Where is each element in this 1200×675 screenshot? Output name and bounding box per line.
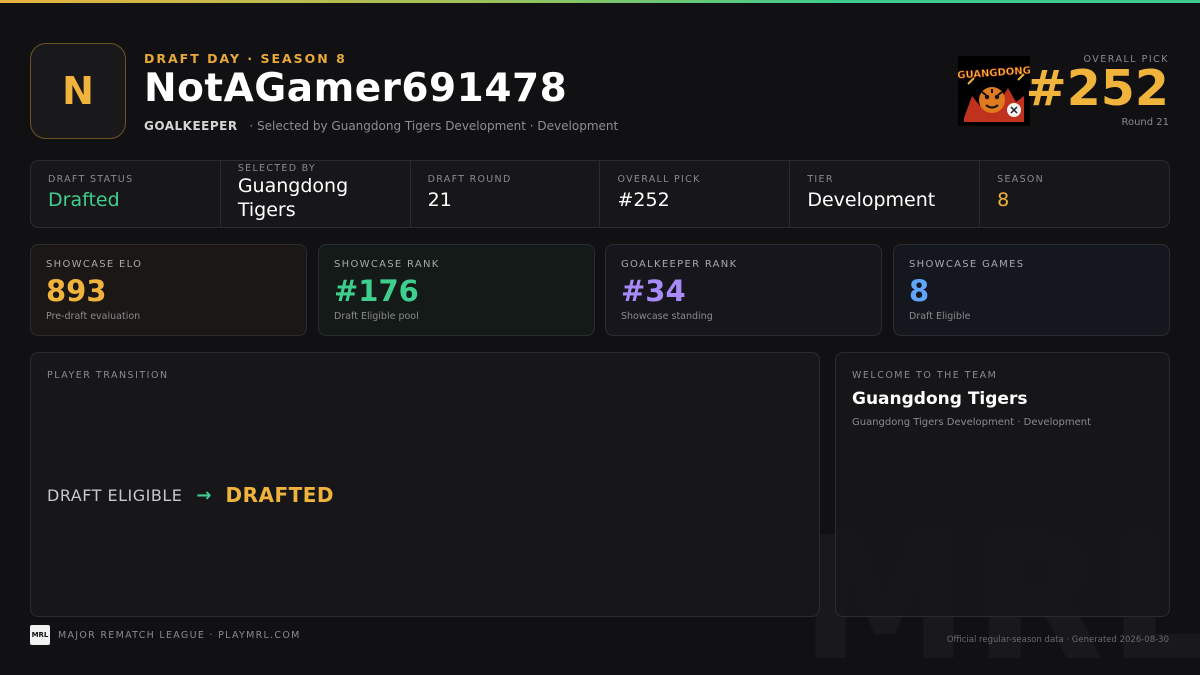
avatar-letter: N <box>62 69 94 113</box>
draft-card-page: MRL N DRAFT DAY · SEASON 8 NotAGamer6914… <box>0 0 1200 675</box>
stat-value: #34 <box>621 274 686 308</box>
transition-row: DRAFT ELIGIBLE → DRAFTED <box>47 483 334 507</box>
panel-label: PLAYER TRANSITION <box>47 370 169 381</box>
stat-value: 893 <box>46 274 107 308</box>
panel-label: WELCOME TO THE TEAM <box>852 370 998 381</box>
info-value: Development <box>807 189 936 211</box>
info-draft-status: DRAFT STATUS Drafted <box>31 161 221 227</box>
player-subline: GOALKEEPER · Selected by Guangdong Tiger… <box>144 119 618 133</box>
footer-generated-text: Official regular-season data · Generated… <box>946 635 1169 645</box>
stat-value: 8 <box>909 274 930 308</box>
stat-label: SHOWCASE RANK <box>334 259 440 270</box>
welcome-team-name: Guangdong Tigers <box>852 389 1028 409</box>
player-transition-panel: PLAYER TRANSITION DRAFT ELIGIBLE → DRAFT… <box>30 352 820 617</box>
player-name: NotAGamer691478 <box>144 66 568 111</box>
info-label: SEASON <box>997 174 1045 185</box>
info-label: DRAFT STATUS <box>48 174 134 185</box>
info-label: SELECTED BY <box>237 163 317 174</box>
draft-info-strip: DRAFT STATUS Drafted SELECTED BY Guangdo… <box>30 160 1170 228</box>
info-tier: TIER Development <box>790 161 981 227</box>
stat-sub: Draft Eligible <box>909 311 971 322</box>
stat-label: GOALKEEPER RANK <box>621 259 738 270</box>
welcome-panel: WELCOME TO THE TEAM Guangdong Tigers Gua… <box>835 352 1170 617</box>
info-overall-pick: OVERALL PICK #252 <box>600 161 791 227</box>
player-position: GOALKEEPER <box>144 119 238 133</box>
stat-sub: Draft Eligible pool <box>334 311 419 322</box>
welcome-team-sub: Guangdong Tigers Development · Developme… <box>852 417 1091 428</box>
stat-sub: Showcase standing <box>621 311 713 322</box>
info-value: Drafted <box>48 189 120 211</box>
stat-sub: Pre-draft evaluation <box>46 311 141 322</box>
draft-eyebrow: DRAFT DAY · SEASON 8 <box>144 51 347 66</box>
top-accent-bar <box>0 0 1200 3</box>
info-value: #252 <box>617 189 670 211</box>
stat-label: SHOWCASE ELO <box>46 259 143 270</box>
info-label: DRAFT ROUND <box>427 174 512 185</box>
league-logo-icon: MRL <box>30 625 50 645</box>
stat-value: #176 <box>334 274 419 308</box>
stat-card-goalkeeper-rank: GOALKEEPER RANK #34 Showcase standing <box>605 244 882 336</box>
info-label: TIER <box>807 174 834 185</box>
selected-by-text: · Selected by Guangdong Tigers Developme… <box>249 119 619 133</box>
footer-league-text[interactable]: MAJOR REMATCH LEAGUE · PLAYMRL.COM <box>58 630 301 641</box>
pick-round: Round 21 <box>1121 117 1169 128</box>
info-draft-round: DRAFT ROUND 21 <box>411 161 601 227</box>
info-selected-by: SELECTED BY Guangdong Tigers <box>221 161 411 227</box>
league-logo-text: MRL <box>31 631 49 639</box>
info-season: SEASON 8 <box>980 161 1169 227</box>
stat-card-showcase-rank: SHOWCASE RANK #176 Draft Eligible pool <box>318 244 595 336</box>
info-value: 8 <box>997 189 1010 211</box>
stat-label: SHOWCASE GAMES <box>909 259 1025 270</box>
info-label: OVERALL PICK <box>617 174 701 185</box>
from-state: DRAFT ELIGIBLE <box>47 485 183 505</box>
tiger-logo-icon: GUANGDONG <box>958 56 1030 126</box>
overall-pick-number: #252 <box>1025 60 1169 117</box>
arrow-right-icon: → <box>196 484 212 506</box>
stat-card-showcase-elo: SHOWCASE ELO 893 Pre-draft evaluation <box>30 244 307 336</box>
info-value: 21 <box>427 189 452 211</box>
team-logo: GUANGDONG <box>958 56 1030 126</box>
player-avatar: N <box>30 43 126 139</box>
stat-card-showcase-games: SHOWCASE GAMES 8 Draft Eligible <box>893 244 1170 336</box>
to-state: DRAFTED <box>225 483 335 507</box>
info-value: Guangdong Tigers <box>237 175 349 221</box>
